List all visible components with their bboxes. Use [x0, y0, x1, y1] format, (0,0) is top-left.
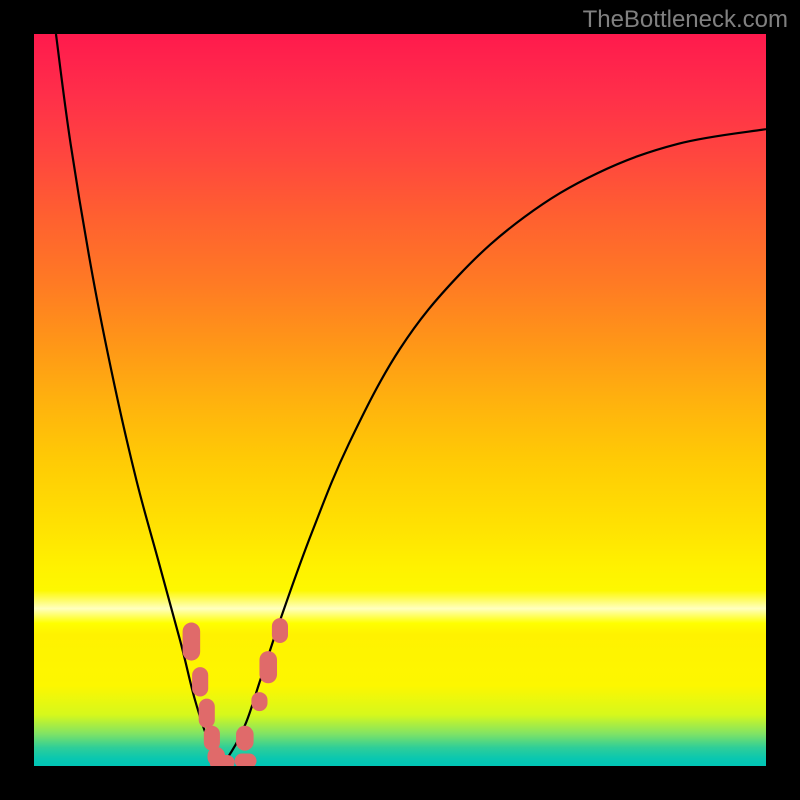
bottleneck-curve	[56, 34, 766, 763]
cluster-bottom-1	[210, 755, 235, 766]
cluster-right-low	[236, 726, 254, 751]
chart-plot-area	[34, 34, 766, 766]
cluster-left-upper	[192, 667, 208, 696]
watermark-text: TheBottleneck.com	[583, 6, 788, 34]
cluster-right-top	[272, 618, 288, 643]
cluster-bottom-2	[235, 754, 257, 766]
cluster-right-upper	[259, 651, 277, 683]
cluster-left-mid	[199, 699, 215, 728]
cluster-left-top	[183, 623, 201, 661]
cluster-right-mid	[251, 692, 267, 711]
cluster-left-low1	[204, 726, 220, 751]
chart-svg	[34, 34, 766, 766]
